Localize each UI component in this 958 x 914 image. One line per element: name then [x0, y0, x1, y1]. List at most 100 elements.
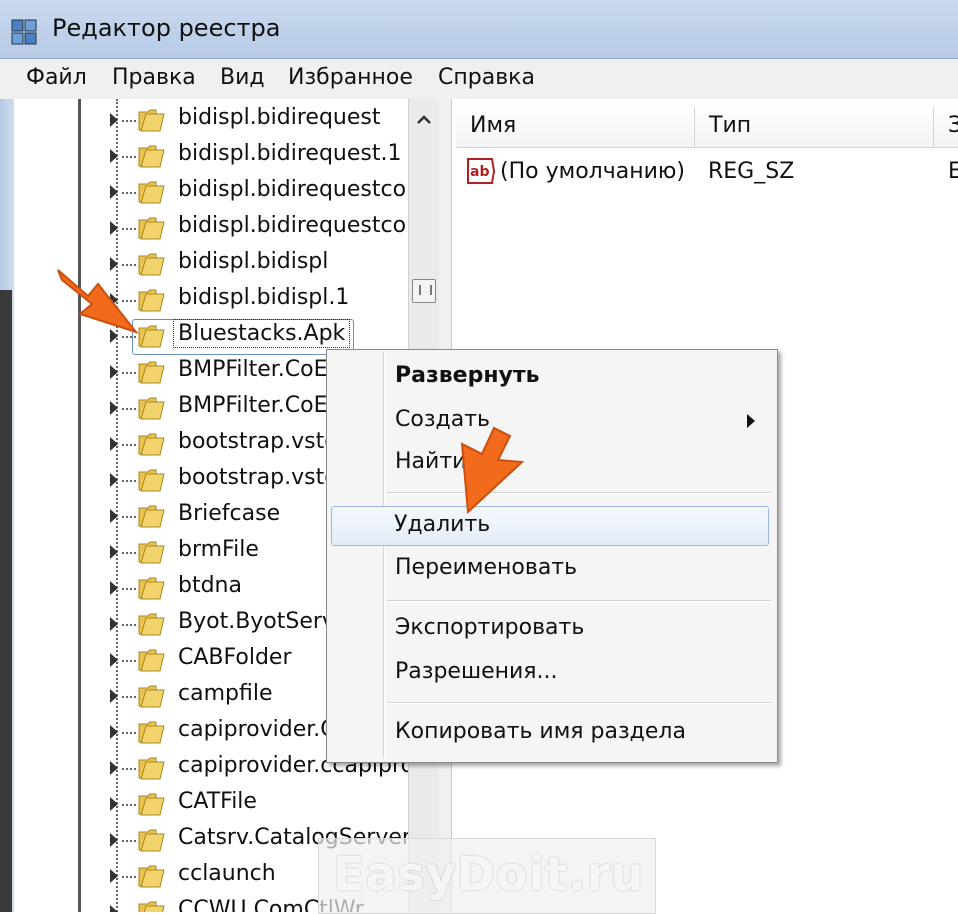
list-item[interactable]: ab (По умолчанию) REG_SZ Е [462, 155, 958, 191]
folder-icon [138, 145, 165, 168]
tree-item[interactable]: bidispl.bidirequest [14, 103, 408, 139]
scroll-up-icon[interactable] [413, 109, 435, 131]
folder-icon [138, 109, 165, 132]
menu-favorites[interactable]: Избранное [284, 65, 417, 90]
tree-connector [122, 444, 136, 446]
tree-item-label: Bluestacks.Apk [172, 319, 351, 348]
expand-triangle-icon[interactable] [110, 725, 118, 739]
tree-item-label: campfile [178, 681, 273, 706]
folder-icon [138, 829, 165, 852]
menu-item-export[interactable]: Экспортировать [329, 610, 773, 648]
tree-connector [122, 732, 136, 734]
column-header-name-label: Имя [470, 113, 517, 138]
folder-icon [138, 505, 165, 528]
tree-connector [122, 696, 136, 698]
tree-item-label: bootstrap.vsto [178, 465, 338, 490]
value-name: (По умолчанию) [500, 159, 685, 184]
expand-triangle-icon[interactable] [110, 437, 118, 451]
expand-triangle-icon[interactable] [110, 653, 118, 667]
context-menu: Развернуть Создать Найти... Удалить Пере… [326, 349, 778, 763]
column-header-type-label: Тип [709, 113, 752, 138]
tree-connector [122, 588, 136, 590]
submenu-arrow-icon [747, 414, 755, 428]
tree-connector [122, 840, 136, 842]
column-header-type[interactable]: Тип [695, 107, 934, 148]
menu-item-copy-key-name[interactable]: Копировать имя раздела [329, 714, 773, 752]
pointer-arrow-icon [460, 426, 525, 515]
folder-icon [138, 541, 165, 564]
folder-icon [138, 865, 165, 888]
menu-item-label: Копировать имя раздела [395, 719, 686, 744]
tree-connector [122, 876, 136, 878]
menu-edit[interactable]: Правка [108, 65, 200, 90]
pointer-arrow-icon [57, 269, 139, 334]
expand-triangle-icon[interactable] [110, 473, 118, 487]
expand-triangle-icon[interactable] [110, 509, 118, 523]
menu-view[interactable]: Вид [216, 65, 269, 90]
string-value-ab-icon: ab [467, 158, 496, 184]
tree-item-label: BMPFilter.CoE [178, 393, 328, 418]
tree-item-label: Byot.ByotServ [178, 609, 335, 634]
window-title: Редактор реестра [52, 14, 281, 42]
folder-icon [138, 577, 165, 600]
expand-triangle-icon[interactable] [110, 689, 118, 703]
column-header-value[interactable]: З [934, 107, 958, 148]
menu-item-expand[interactable]: Развернуть [329, 358, 773, 396]
expand-triangle-icon[interactable] [110, 149, 118, 163]
tree-item-label: cclaunch [178, 861, 276, 886]
expand-triangle-icon[interactable] [110, 905, 118, 912]
menu-file[interactable]: Файл [22, 65, 91, 90]
menu-bar: Файл Правка Вид Избранное Справка [0, 59, 958, 100]
menu-item-create[interactable]: Создать [329, 402, 773, 440]
tree-connector [122, 552, 136, 554]
expand-triangle-icon[interactable] [110, 401, 118, 415]
menu-item-permissions[interactable]: Разрешения... [329, 654, 773, 692]
tree-connector [122, 408, 136, 410]
menu-separator [387, 600, 771, 602]
tree-item-label: bootstrap.vsto [178, 429, 338, 454]
tree-item-label: bidispl.bidispl [178, 249, 329, 274]
expand-triangle-icon[interactable] [110, 185, 118, 199]
column-header-name[interactable]: Имя [456, 107, 695, 148]
menu-item-label: Экспортировать [395, 615, 585, 640]
folder-icon [138, 433, 165, 456]
scroll-thumb[interactable] [412, 279, 436, 303]
folder-icon [138, 721, 165, 744]
tree-connector [122, 372, 136, 374]
expand-triangle-icon[interactable] [110, 617, 118, 631]
tree-connector [122, 624, 136, 626]
expand-triangle-icon[interactable] [110, 113, 118, 127]
menu-item-find[interactable]: Найти... [329, 444, 773, 482]
title-bar: Редактор реестра [0, 0, 958, 59]
tree-item-label: Briefcase [178, 501, 281, 526]
tree-connector [122, 228, 136, 230]
tree-item-label: bidispl.bidirequestcor [178, 177, 408, 202]
menu-item-delete[interactable]: Удалить [331, 506, 769, 546]
watermark: EasyDoit.ru [318, 838, 656, 914]
menu-help[interactable]: Справка [434, 65, 539, 90]
expand-triangle-icon[interactable] [110, 761, 118, 775]
menu-separator [387, 702, 771, 704]
folder-icon [138, 217, 165, 240]
tree-item-label: bidispl.bidispl.1 [178, 285, 350, 310]
expand-triangle-icon[interactable] [110, 797, 118, 811]
tree-item[interactable]: CATFile [14, 787, 408, 823]
expand-triangle-icon[interactable] [110, 869, 118, 883]
tree-connector [122, 156, 136, 158]
tree-item[interactable]: bidispl.bidirequestcor [14, 211, 408, 247]
watermark-text: EasyDoit.ru [333, 847, 645, 901]
tree-item-label: bidispl.bidirequestcor [178, 213, 408, 238]
tree-item[interactable]: bidispl.bidirequestcor [14, 175, 408, 211]
expand-triangle-icon[interactable] [110, 221, 118, 235]
tree-item-label: CATFile [178, 789, 257, 814]
expand-triangle-icon[interactable] [110, 833, 118, 847]
folder-icon [138, 685, 165, 708]
expand-triangle-icon[interactable] [110, 365, 118, 379]
tree-item[interactable]: bidispl.bidirequest.1 [14, 139, 408, 175]
svg-text:ab: ab [470, 164, 489, 180]
menu-item-rename[interactable]: Переименовать [329, 550, 773, 588]
folder-icon [138, 793, 165, 816]
tree-item-label: bidispl.bidirequest.1 [178, 141, 402, 166]
expand-triangle-icon[interactable] [110, 545, 118, 559]
expand-triangle-icon[interactable] [110, 581, 118, 595]
